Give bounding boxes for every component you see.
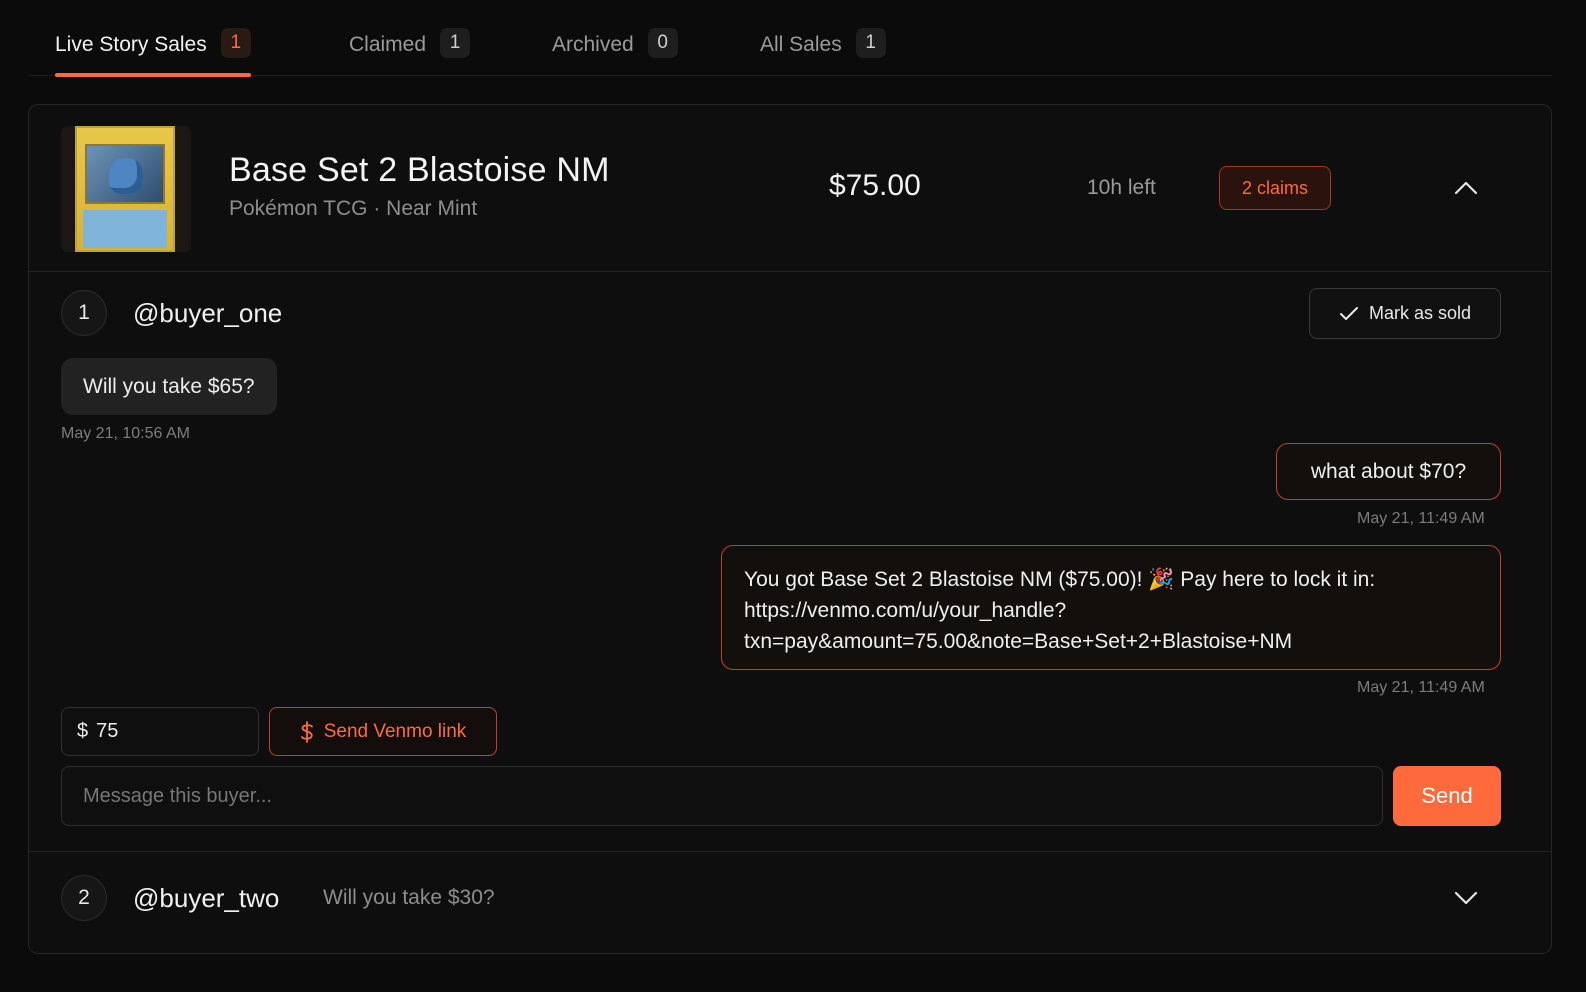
tab-count-badge: 1 bbox=[855, 28, 886, 58]
amount-field[interactable]: $ bbox=[61, 707, 259, 756]
message-timestamp: May 21, 11:49 AM bbox=[1357, 679, 1485, 696]
tab-label: All Sales bbox=[760, 33, 842, 56]
card-art-text-area bbox=[83, 210, 167, 248]
tab-claimed[interactable]: Claimed 1 bbox=[349, 28, 471, 76]
tab-bar: Live Story Sales 1 Claimed 1 Archived 0 … bbox=[28, 0, 1552, 77]
last-message-preview: Will you take $30? bbox=[323, 886, 495, 909]
listing-price: $75.00 bbox=[829, 169, 921, 202]
outgoing-venmo-message: You got Base Set 2 Blastoise NM ($75.00)… bbox=[721, 545, 1501, 670]
venmo-link-text: txn=pay&amount=75.00&note=Base+Set+2+Bla… bbox=[744, 630, 1293, 653]
chevron-up-icon bbox=[1454, 181, 1478, 195]
dollar-icon bbox=[300, 720, 313, 743]
tab-count-badge: 1 bbox=[220, 28, 251, 58]
tab-label: Archived bbox=[552, 33, 634, 56]
checkmark-icon bbox=[1339, 306, 1358, 320]
buyer-divider bbox=[29, 851, 1551, 852]
send-venmo-link-label: Send Venmo link bbox=[323, 720, 467, 742]
buyer-handle: @buyer_one bbox=[133, 298, 283, 328]
collapse-button[interactable] bbox=[1449, 171, 1483, 205]
buyer-handle[interactable]: @buyer_two bbox=[133, 883, 279, 914]
tab-label: Claimed bbox=[349, 33, 427, 56]
mark-as-sold-label: Mark as sold bbox=[1368, 303, 1472, 323]
outgoing-message: what about $70? bbox=[1276, 443, 1501, 500]
listing-thumbnail bbox=[61, 126, 191, 252]
amount-input[interactable] bbox=[96, 720, 237, 743]
tab-label: Live Story Sales bbox=[55, 33, 207, 56]
card-art-figure bbox=[109, 158, 143, 194]
tab-live-story-sales[interactable]: Live Story Sales 1 bbox=[55, 28, 251, 77]
claims-badge: 2 claims bbox=[1219, 166, 1331, 210]
message-input[interactable] bbox=[61, 766, 1383, 826]
buyer-number-badge: 1 bbox=[61, 290, 107, 336]
chevron-down-icon bbox=[1454, 891, 1478, 905]
buyer-number-badge: 2 bbox=[61, 875, 107, 921]
listing-title: Base Set 2 Blastoise NM bbox=[229, 151, 610, 189]
time-left: 10h left bbox=[1087, 176, 1156, 199]
send-button[interactable]: Send bbox=[1393, 766, 1501, 826]
venmo-message-line: You got Base Set 2 Blastoise NM ($75.00)… bbox=[744, 568, 1376, 591]
send-venmo-link-button[interactable]: Send Venmo link bbox=[269, 707, 497, 756]
active-tab-indicator bbox=[55, 73, 251, 77]
incoming-message: Will you take $65? bbox=[61, 358, 277, 415]
sale-card-header: Base Set 2 Blastoise NM Pokémon TCG · Ne… bbox=[29, 105, 1551, 272]
message-timestamp: May 21, 11:49 AM bbox=[1357, 510, 1485, 527]
tab-count-badge: 0 bbox=[647, 28, 678, 58]
listing-subtitle: Pokémon TCG · Near Mint bbox=[229, 197, 478, 220]
tab-all-sales[interactable]: All Sales 1 bbox=[760, 28, 886, 76]
mark-as-sold-button[interactable]: Mark as sold bbox=[1309, 288, 1501, 339]
card-image bbox=[75, 126, 175, 252]
tab-count-badge: 1 bbox=[440, 28, 471, 58]
expand-button[interactable] bbox=[1449, 881, 1483, 915]
venmo-link-text: https://venmo.com/u/your_handle? bbox=[744, 599, 1067, 622]
currency-symbol: $ bbox=[77, 720, 89, 742]
message-timestamp: May 21, 10:56 AM bbox=[61, 425, 190, 442]
sale-card: Base Set 2 Blastoise NM Pokémon TCG · Ne… bbox=[28, 104, 1552, 954]
card-art-window bbox=[85, 144, 165, 204]
tab-archived[interactable]: Archived 0 bbox=[552, 28, 678, 76]
